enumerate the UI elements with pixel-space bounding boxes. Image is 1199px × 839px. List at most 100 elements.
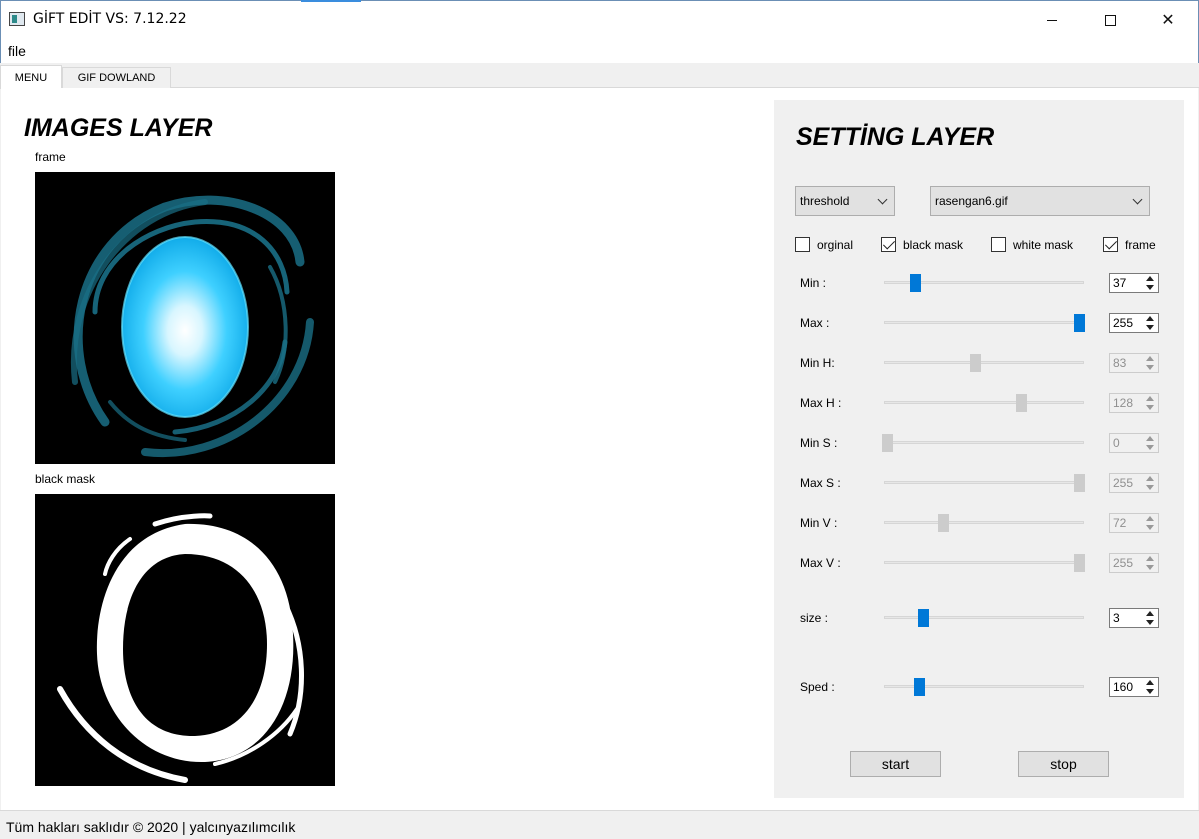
max-slider[interactable] xyxy=(884,313,1085,333)
size-slider[interactable] xyxy=(884,608,1084,628)
slider-thumb[interactable] xyxy=(1074,474,1085,492)
spin-arrows-icon[interactable] xyxy=(1144,556,1156,570)
arrow-up-icon[interactable] xyxy=(1146,611,1154,616)
size-spinbox[interactable]: 3 xyxy=(1109,608,1159,628)
arrow-up-icon[interactable] xyxy=(1146,276,1154,281)
checkbox-white-mask[interactable]: white mask xyxy=(991,237,1073,252)
min-spinbox[interactable]: 37 xyxy=(1109,273,1159,293)
checkbox-box-checked[interactable] xyxy=(881,237,896,252)
close-button[interactable]: ✕ xyxy=(1139,1,1197,39)
min-slider[interactable] xyxy=(884,273,1084,293)
arrow-down-icon[interactable] xyxy=(1146,325,1154,330)
spin-arrows-icon[interactable] xyxy=(1144,276,1156,290)
sped-spinbox[interactable]: 160 xyxy=(1109,677,1159,697)
minimize-icon xyxy=(1047,19,1057,21)
sped-label: Sped : xyxy=(800,680,835,694)
max-spinbox[interactable]: 255 xyxy=(1109,313,1159,333)
spin-arrows-icon[interactable] xyxy=(1144,516,1156,530)
min-h-slider[interactable] xyxy=(884,353,1084,373)
maximize-button[interactable] xyxy=(1081,1,1139,39)
max-v-value: 255 xyxy=(1113,556,1134,570)
arrow-down-icon[interactable] xyxy=(1146,689,1154,694)
slider-thumb[interactable] xyxy=(910,274,921,292)
copyright-text: Tüm hakları saklıdır © 2020 | yalcınyazı… xyxy=(6,819,296,835)
min-v-spinbox[interactable]: 72 xyxy=(1109,513,1159,533)
arrow-down-icon[interactable] xyxy=(1146,525,1154,530)
spin-arrows-icon[interactable] xyxy=(1144,476,1156,490)
min-v-slider[interactable] xyxy=(884,513,1084,533)
slider-thumb[interactable] xyxy=(970,354,981,372)
checkbox-orginal[interactable]: orginal xyxy=(795,237,853,252)
min-v-value: 72 xyxy=(1113,516,1127,530)
slider-thumb[interactable] xyxy=(918,609,929,627)
arrow-down-icon[interactable] xyxy=(1146,565,1154,570)
mode-select[interactable]: threshold xyxy=(795,186,895,216)
checkbox-box-checked[interactable] xyxy=(1103,237,1118,252)
setting-layer-title: SETTİNG LAYER xyxy=(796,123,995,151)
minimize-button[interactable] xyxy=(1023,1,1081,39)
checkbox-label: orginal xyxy=(817,237,854,252)
slider-thumb[interactable] xyxy=(1074,554,1085,572)
arrow-up-icon[interactable] xyxy=(1146,436,1154,441)
max-h-spinbox[interactable]: 128 xyxy=(1109,393,1159,413)
spin-arrows-icon[interactable] xyxy=(1144,611,1156,625)
checkbox-box[interactable] xyxy=(795,237,810,252)
max-h-slider[interactable] xyxy=(884,393,1084,413)
size-label: size : xyxy=(800,611,829,625)
max-h-label: Max H : xyxy=(800,396,842,410)
arrow-up-icon[interactable] xyxy=(1146,516,1154,521)
slider-track xyxy=(884,321,1084,324)
menu-bar: file xyxy=(0,38,1199,63)
slider-track xyxy=(884,441,1084,444)
max-v-spinbox[interactable]: 255 xyxy=(1109,553,1159,573)
start-button[interactable]: start xyxy=(850,751,941,777)
min-s-value: 0 xyxy=(1113,436,1120,450)
max-v-slider[interactable] xyxy=(884,553,1085,573)
arrow-down-icon[interactable] xyxy=(1146,285,1154,290)
min-s-spinbox[interactable]: 0 xyxy=(1109,433,1159,453)
slider-thumb[interactable] xyxy=(914,678,925,696)
min-v-label: Min V : xyxy=(800,516,838,530)
black-mask-image xyxy=(35,494,335,786)
slider-thumb[interactable] xyxy=(1074,314,1085,332)
tab-bar: MENU GIF DOWLAND xyxy=(0,63,1199,89)
checkbox-label: white mask xyxy=(1013,237,1074,252)
arrow-down-icon[interactable] xyxy=(1146,620,1154,625)
slider-thumb[interactable] xyxy=(1016,394,1027,412)
arrow-up-icon[interactable] xyxy=(1146,316,1154,321)
gif-file-select[interactable]: rasengan6.gif xyxy=(930,186,1150,216)
min-h-spinbox[interactable]: 83 xyxy=(1109,353,1159,373)
sped-slider[interactable] xyxy=(884,677,1084,697)
arrow-down-icon[interactable] xyxy=(1146,365,1154,370)
max-label: Max : xyxy=(800,316,830,330)
arrow-up-icon[interactable] xyxy=(1146,556,1154,561)
arrow-down-icon[interactable] xyxy=(1146,405,1154,410)
checkbox-frame[interactable]: frame xyxy=(1103,237,1156,252)
max-s-spinbox[interactable]: 255 xyxy=(1109,473,1159,493)
tab-gif-dowland[interactable]: GIF DOWLAND xyxy=(62,67,171,88)
spin-arrows-icon[interactable] xyxy=(1144,680,1156,694)
black-mask-label: black mask xyxy=(35,472,96,486)
tab-menu[interactable]: MENU xyxy=(0,65,62,89)
min-s-slider[interactable] xyxy=(882,433,1084,453)
arrow-up-icon[interactable] xyxy=(1146,396,1154,401)
arrow-up-icon[interactable] xyxy=(1146,476,1154,481)
spin-arrows-icon[interactable] xyxy=(1144,436,1156,450)
checkbox-box[interactable] xyxy=(991,237,1006,252)
app-icon xyxy=(9,12,25,26)
arrow-down-icon[interactable] xyxy=(1146,485,1154,490)
slider-thumb[interactable] xyxy=(882,434,893,452)
stop-button[interactable]: stop xyxy=(1018,751,1109,777)
arrow-down-icon[interactable] xyxy=(1146,445,1154,450)
slider-thumb[interactable] xyxy=(938,514,949,532)
arrow-up-icon[interactable] xyxy=(1146,356,1154,361)
max-h-value: 128 xyxy=(1113,396,1134,410)
checkbox-black-mask[interactable]: black mask xyxy=(881,237,963,252)
max-s-slider[interactable] xyxy=(884,473,1085,493)
arrow-up-icon[interactable] xyxy=(1146,680,1154,685)
spin-arrows-icon[interactable] xyxy=(1144,396,1156,410)
spin-arrows-icon[interactable] xyxy=(1144,316,1156,330)
images-layer-title: IMAGES LAYER xyxy=(24,114,213,142)
spin-arrows-icon[interactable] xyxy=(1144,356,1156,370)
menu-file[interactable]: file xyxy=(8,43,26,59)
